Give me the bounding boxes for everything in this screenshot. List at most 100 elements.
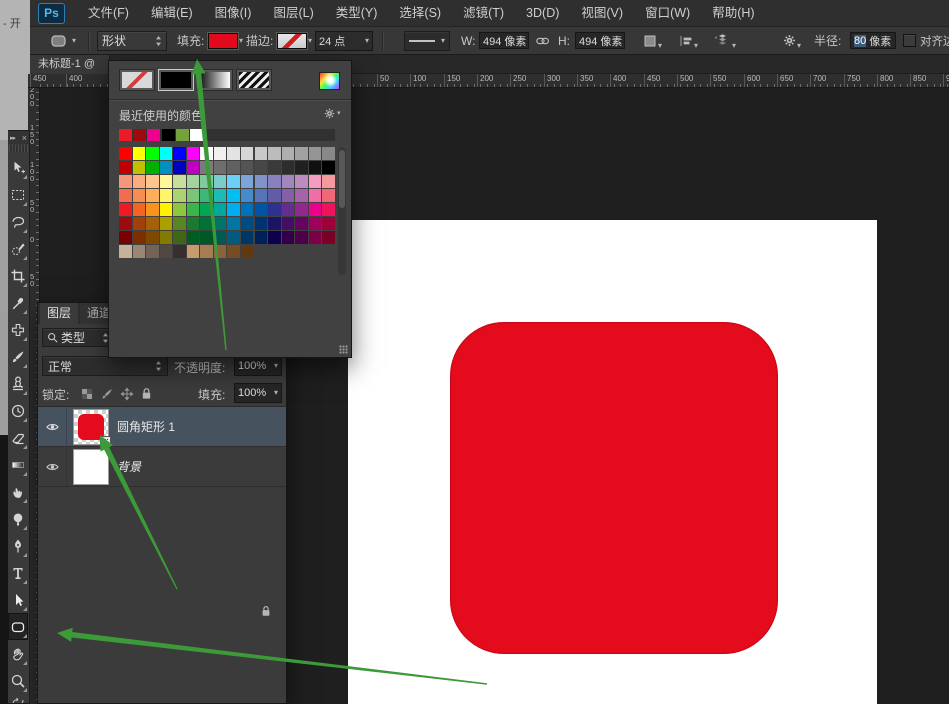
recent-swatch[interactable] (176, 129, 189, 141)
color-swatch[interactable] (133, 161, 146, 174)
tool-preset-button[interactable]: ▾ (50, 27, 76, 54)
align-edges-checkbox[interactable] (903, 27, 916, 54)
color-swatch[interactable] (255, 231, 268, 244)
color-swatch[interactable] (214, 203, 227, 216)
color-swatch[interactable] (282, 161, 295, 174)
color-swatch[interactable] (200, 231, 213, 244)
color-swatch[interactable] (227, 175, 240, 188)
document-canvas[interactable] (348, 220, 877, 704)
color-swatch[interactable] (322, 175, 335, 188)
color-swatch[interactable] (255, 217, 268, 230)
color-swatch[interactable] (119, 161, 132, 174)
path-arrange-button[interactable]: ▾ (714, 27, 736, 54)
color-swatch[interactable] (214, 217, 227, 230)
menu-item-1[interactable]: 文件(F) (77, 0, 140, 26)
color-swatch[interactable] (309, 217, 322, 230)
color-swatch[interactable] (160, 175, 173, 188)
color-swatch[interactable] (187, 161, 200, 174)
menu-item-3[interactable]: 图像(I) (204, 0, 263, 26)
color-swatch[interactable] (187, 175, 200, 188)
color-swatch[interactable] (214, 245, 227, 258)
color-swatch[interactable] (295, 231, 308, 244)
hand-tool[interactable] (8, 640, 28, 667)
menu-item-4[interactable]: 图层(L) (262, 0, 324, 26)
color-swatch[interactable] (214, 161, 227, 174)
color-swatch[interactable] (309, 161, 322, 174)
color-swatch[interactable] (268, 217, 281, 230)
menu-item-11[interactable]: 帮助(H) (701, 0, 765, 26)
toolbar-grip[interactable] (9, 145, 28, 152)
radius-field[interactable]: 80 像素 (850, 27, 896, 54)
layer-name[interactable]: 背景 (117, 458, 141, 475)
color-swatch[interactable] (227, 189, 240, 202)
shape-settings-button[interactable]: ▾ (782, 27, 801, 54)
color-swatch[interactable] (241, 203, 254, 216)
color-swatch[interactable] (322, 217, 335, 230)
color-swatch[interactable] (227, 161, 240, 174)
recent-swatch[interactable] (133, 129, 146, 141)
pen-tool[interactable] (8, 532, 28, 559)
scrollbar-thumb[interactable] (339, 150, 345, 208)
color-picker-button[interactable] (319, 72, 340, 90)
color-swatch[interactable] (146, 203, 159, 216)
color-swatch[interactable] (309, 175, 322, 188)
layer-thumbnail[interactable] (73, 449, 109, 485)
color-swatch[interactable] (160, 147, 173, 160)
fill-none-button[interactable] (119, 69, 155, 91)
color-swatch[interactable] (322, 161, 335, 174)
close-icon[interactable]: × (22, 133, 27, 143)
clone-stamp-tool[interactable] (8, 370, 28, 397)
color-swatch[interactable] (146, 189, 159, 202)
color-swatch[interactable] (146, 245, 159, 258)
lock-all-icon[interactable] (140, 386, 153, 401)
color-swatch[interactable] (241, 161, 254, 174)
color-swatch[interactable] (282, 189, 295, 202)
path-selection-tool[interactable] (8, 586, 28, 613)
color-swatch[interactable] (295, 175, 308, 188)
crop-tool[interactable] (8, 262, 28, 289)
tab-layers[interactable]: 图层 (40, 303, 78, 324)
width-field[interactable]: 494 像素 (479, 27, 529, 54)
menu-item-9[interactable]: 视图(V) (570, 0, 634, 26)
color-swatch[interactable] (160, 161, 173, 174)
color-swatch[interactable] (322, 231, 335, 244)
color-swatch[interactable] (255, 147, 268, 160)
fill-swatch[interactable]: ▾ (208, 27, 243, 54)
color-swatch[interactable] (214, 231, 227, 244)
dodge-tool[interactable] (8, 505, 28, 532)
color-swatch[interactable] (241, 231, 254, 244)
layer-row-shape[interactable]: 圆角矩形 1 (38, 407, 286, 447)
swap-colors-icon[interactable] (11, 697, 25, 704)
panel-resize-grip[interactable] (339, 345, 348, 354)
color-swatch[interactable] (282, 217, 295, 230)
tool-mode-select[interactable]: 形状 (97, 27, 167, 54)
opacity-field[interactable]: 100% ▾ (234, 356, 282, 376)
color-swatch[interactable] (268, 147, 281, 160)
menu-item-6[interactable]: 选择(S) (388, 0, 452, 26)
layer-visibility-toggle[interactable] (38, 407, 67, 447)
healing-brush-tool[interactable] (8, 316, 28, 343)
height-field[interactable]: 494 像素 (575, 27, 625, 54)
fill-opacity-field[interactable]: 100% ▾ (234, 383, 282, 403)
color-swatch[interactable] (133, 245, 146, 258)
color-swatch[interactable] (255, 161, 268, 174)
color-swatch[interactable] (133, 203, 146, 216)
color-swatch[interactable] (268, 175, 281, 188)
color-swatch[interactable] (173, 203, 186, 216)
rounded-rectangle-tool[interactable] (8, 613, 28, 640)
color-swatch[interactable] (309, 231, 322, 244)
color-swatch[interactable] (309, 203, 322, 216)
red-rounded-rectangle-shape[interactable] (450, 322, 778, 654)
color-swatch[interactable] (322, 189, 335, 202)
color-swatch[interactable] (241, 245, 254, 258)
color-swatch[interactable] (187, 203, 200, 216)
color-swatch[interactable] (214, 147, 227, 160)
color-swatch[interactable] (146, 231, 159, 244)
lock-position-icon[interactable] (120, 387, 134, 401)
color-swatch[interactable] (173, 245, 186, 258)
color-swatch[interactable] (173, 147, 186, 160)
color-swatch[interactable] (268, 161, 281, 174)
color-swatch[interactable] (160, 217, 173, 230)
brush-tool[interactable] (8, 343, 28, 370)
color-swatch[interactable] (322, 147, 335, 160)
